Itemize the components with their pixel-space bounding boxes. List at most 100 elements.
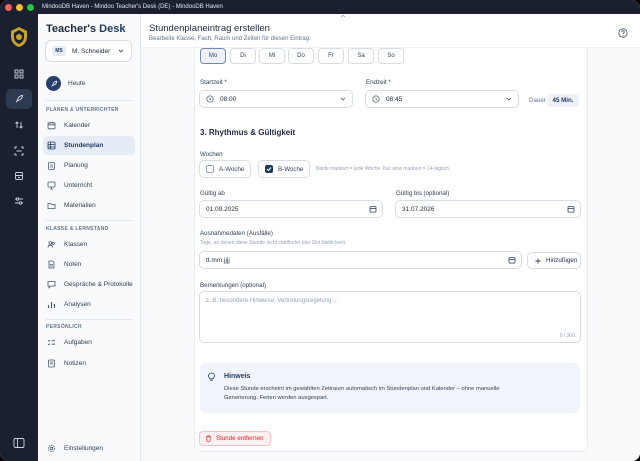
end-time-label: Endzeit * (366, 79, 391, 86)
user-select[interactable]: MS M. Schneider (45, 40, 132, 62)
plus-icon (535, 258, 541, 263)
nav-item-label: Stundenplan (64, 142, 104, 149)
nav-item-label: Materialien (64, 202, 96, 209)
window-titlebar: MindooDB Haven - Mindoo Teacher's Desk (… (0, 0, 640, 14)
close-window-button[interactable] (5, 3, 12, 11)
day-button-sa[interactable]: Sa (348, 48, 374, 64)
notes-textarea[interactable]: z. B. besondere Hinweise, Vertretungsreg… (199, 291, 581, 343)
start-time-label: Startzeit * (200, 79, 227, 86)
gear-icon (47, 444, 56, 453)
lightbulb-icon (208, 372, 215, 381)
rocket-icon (46, 76, 61, 91)
day-button-di[interactable]: Di (230, 48, 256, 64)
rail-sliders-button[interactable] (6, 191, 32, 211)
window-controls (5, 3, 34, 11)
rail-sync-button[interactable] (6, 115, 32, 135)
a-week-label: A-Woche (219, 165, 245, 173)
calendar-icon[interactable] (508, 256, 516, 264)
chat-icon (47, 280, 56, 289)
checklist-icon (47, 338, 56, 347)
nav-item-lessons[interactable]: Unterricht (43, 176, 135, 195)
rail-database-button[interactable] (6, 166, 32, 186)
nav-item-materials[interactable]: Materialien (43, 196, 135, 215)
clipboard-icon (47, 161, 56, 170)
nav-item-planning[interactable]: Planung (43, 156, 135, 175)
valid-to-input[interactable]: 31.07.2026 (395, 200, 581, 218)
sliders-icon (15, 197, 23, 205)
nav-item-label: Planung (64, 162, 88, 169)
start-time-input[interactable]: 08:00 (199, 90, 353, 108)
app-logo-icon (11, 27, 27, 47)
section-title-rhythm: 3. Rhythmus & Gültigkeit (200, 128, 296, 137)
valid-to-value: 31.07.2026 (402, 205, 435, 213)
valid-to-label: Gültig bis (optional) (396, 190, 450, 197)
divider (46, 319, 132, 320)
a-week-checkbox[interactable]: A-Woche (199, 160, 251, 178)
weeks-hint: Beide markiert = jede Woche. Nur eine ma… (316, 166, 451, 172)
calendar-icon[interactable] (369, 205, 377, 213)
nav-item-conversations[interactable]: Gespräche & Protokolle (43, 275, 135, 294)
section-header-personal: PERSÖNLICH (46, 324, 82, 330)
checkbox-unchecked-icon (206, 165, 214, 173)
nav-item-tasks[interactable]: Aufgaben (43, 333, 135, 352)
info-text-line2: Generierung. Ferien werden ausgespart. (224, 395, 329, 401)
document-icon (47, 260, 56, 269)
nav-item-grades[interactable]: Noten (43, 255, 135, 274)
nav-item-today[interactable]: Heute (46, 76, 85, 91)
nav-item-timetable[interactable]: Stundenplan (43, 136, 135, 155)
end-time-value: 08:45 (386, 95, 403, 103)
rail-teacher-button[interactable] (6, 89, 32, 109)
page-subtitle: Bearbeite Klasse, Fach, Raum und Zeiten … (149, 36, 311, 42)
window-title: MindooDB Haven - Mindoo Teacher's Desk (… (42, 4, 223, 10)
nav-item-label: Unterricht (64, 182, 93, 189)
nav-item-label: Heute (68, 80, 86, 87)
rocket-icon (15, 95, 23, 103)
app-window: MindooDB Haven - Mindoo Teacher's Desk (… (0, 0, 640, 461)
end-time-input[interactable]: 08:45 (365, 90, 519, 108)
nav-item-calendar[interactable]: Kalender (43, 116, 135, 135)
nav-item-notes[interactable]: Notizen (43, 354, 135, 373)
sidebar: Teacher's Desk MS M. Schneider Heute PLA… (38, 14, 141, 461)
day-button-do[interactable]: Do (288, 48, 314, 64)
info-text-line1: Diese Stunde erscheint im gewählten Zeit… (224, 386, 500, 392)
minimize-window-button[interactable] (16, 3, 23, 11)
folder-icon (47, 201, 56, 210)
day-button-fr[interactable]: Fr (318, 48, 344, 64)
calendar-icon[interactable] (567, 205, 575, 213)
nav-item-label: Klassen (64, 241, 88, 248)
rail-dashboard-button[interactable] (6, 64, 32, 84)
add-exception-button[interactable]: Hinzufügen (527, 252, 581, 269)
nav-item-label: Gespräche & Protokolle (64, 281, 133, 288)
b-week-checkbox[interactable]: B-Woche (258, 160, 310, 178)
day-button-mo[interactable]: Mo (200, 48, 226, 64)
sidebar-toggle-icon[interactable] (13, 437, 25, 449)
help-icon[interactable] (618, 28, 628, 38)
clock-icon (206, 95, 214, 103)
nav-item-label: Einstellungen (64, 445, 104, 452)
valid-from-input[interactable]: 01.09.2025 (199, 200, 383, 218)
remove-lesson-button[interactable]: Stunde entfernen (199, 431, 271, 446)
valid-from-value: 01.09.2025 (206, 205, 239, 213)
add-exception-label: Hinzufügen (546, 257, 578, 264)
nav-item-settings[interactable]: Einstellungen (43, 439, 135, 458)
exception-date-input[interactable]: tt.mm.jjjj (199, 251, 522, 269)
nav-item-classes[interactable]: Klassen (43, 235, 135, 254)
chevron-up-icon[interactable] (335, 14, 351, 18)
presentation-icon (47, 181, 56, 190)
exception-date-placeholder: tt.mm.jjjj (206, 256, 230, 264)
day-button-so[interactable]: So (378, 48, 404, 64)
notes-char-counter: 0 / 300 (559, 333, 575, 339)
exceptions-label: Ausnahmedaten (Ausfälle) (200, 230, 273, 237)
maximize-window-button[interactable] (27, 3, 34, 11)
nav-item-analytics[interactable]: Analysen (43, 295, 135, 314)
nav-item-label: Aufgaben (64, 339, 92, 346)
nav-item-label: Kalender (64, 122, 91, 129)
day-button-mi[interactable]: Mi (259, 48, 285, 64)
icon-rail (0, 14, 38, 461)
info-box: Hinweis Diese Stunde erscheint im gewähl… (200, 363, 580, 413)
grid-icon (14, 69, 24, 79)
notes-label: Bemerkungen (optional) (200, 282, 267, 289)
users-icon (47, 240, 56, 249)
rail-scan-button[interactable] (6, 141, 32, 161)
duration-badge: 45 Min. (547, 94, 579, 107)
